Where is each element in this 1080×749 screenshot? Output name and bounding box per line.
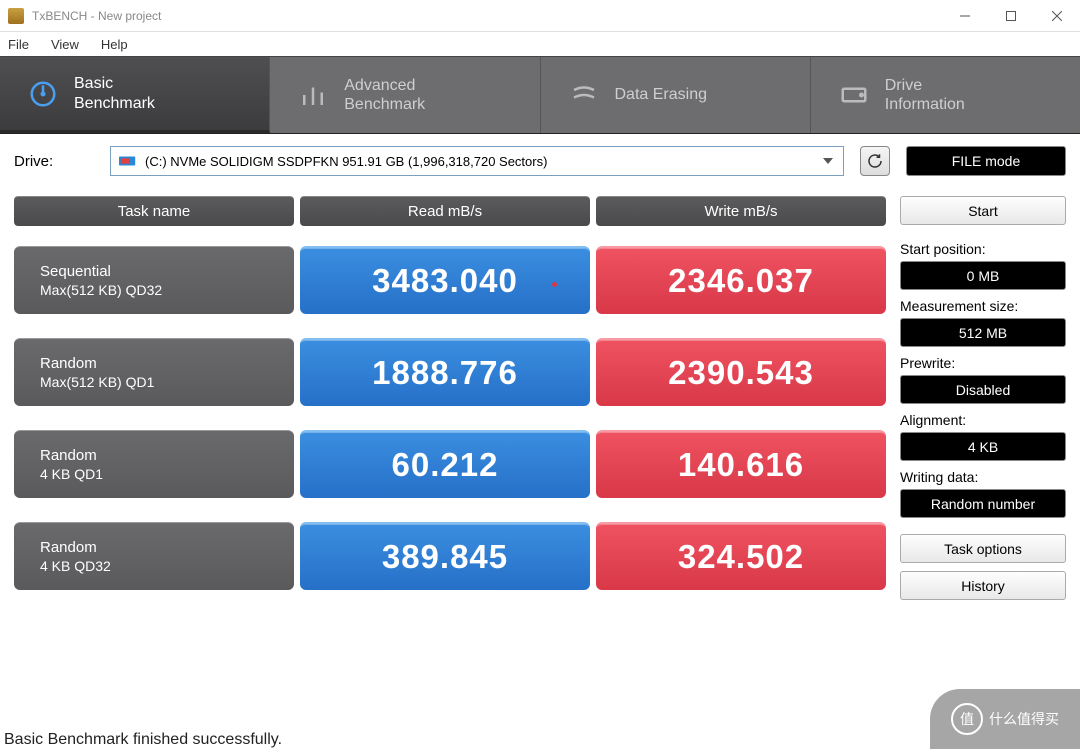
menu-view[interactable]: View [51, 37, 79, 52]
menubar: File View Help [0, 32, 1080, 56]
header-read: Read mB/s [300, 196, 590, 226]
refresh-icon [866, 152, 884, 170]
tab-label: Basic Benchmark [74, 74, 155, 112]
prewrite-label: Prewrite: [900, 355, 1066, 371]
alignment-label: Alignment: [900, 412, 1066, 428]
refresh-button[interactable] [860, 146, 890, 176]
start-position-value[interactable]: 0 MB [900, 261, 1066, 290]
start-button[interactable]: Start [900, 196, 1066, 225]
alignment-value[interactable]: 4 KB [900, 432, 1066, 461]
table-row: Random4 KB QD32 389.845 324.502 [14, 522, 886, 590]
drive-select[interactable]: (C:) NVMe SOLIDIGM SSDPFKN 951.91 GB (1,… [110, 146, 844, 176]
prewrite-value[interactable]: Disabled [900, 375, 1066, 404]
watermark-icon: 值 [951, 703, 983, 735]
cursor-marker [552, 282, 557, 287]
menu-help[interactable]: Help [101, 37, 128, 52]
gauge-icon [28, 79, 58, 109]
maximize-button[interactable] [988, 0, 1034, 31]
tab-basic-benchmark[interactable]: Basic Benchmark [0, 57, 270, 133]
task-options-button[interactable]: Task options [900, 534, 1066, 563]
sidebar: Start Start position: 0 MB Measurement s… [900, 196, 1066, 614]
menu-file[interactable]: File [8, 37, 29, 52]
erase-icon [569, 80, 599, 110]
titlebar: TxBENCH - New project [0, 0, 1080, 32]
start-position-label: Start position: [900, 241, 1066, 257]
watermark: 值 什么值得买 [930, 689, 1080, 749]
tab-bar: Basic Benchmark Advanced Benchmark Data … [0, 56, 1080, 134]
history-button[interactable]: History [900, 571, 1066, 600]
read-value: 60.212 [300, 430, 590, 498]
read-value: 1888.776 [300, 338, 590, 406]
read-value: 3483.040 [300, 246, 590, 314]
write-value: 140.616 [596, 430, 886, 498]
writing-data-label: Writing data: [900, 469, 1066, 485]
status-text: Basic Benchmark finished successfully. [4, 731, 282, 749]
window-title: TxBENCH - New project [32, 9, 942, 23]
tab-data-erasing[interactable]: Data Erasing [541, 57, 811, 133]
tab-label: Advanced Benchmark [344, 76, 425, 114]
tab-drive-information[interactable]: Drive Information [811, 57, 1080, 133]
read-value: 389.845 [300, 522, 590, 590]
write-value: 324.502 [596, 522, 886, 590]
writing-data-value[interactable]: Random number [900, 489, 1066, 518]
file-mode-button[interactable]: FILE mode [906, 146, 1066, 176]
bars-icon [298, 80, 328, 110]
task-name[interactable]: SequentialMax(512 KB) QD32 [14, 246, 294, 314]
close-button[interactable] [1034, 0, 1080, 31]
tab-advanced-benchmark[interactable]: Advanced Benchmark [270, 57, 540, 133]
write-value: 2390.543 [596, 338, 886, 406]
header-task: Task name [14, 196, 294, 226]
measurement-size-value[interactable]: 512 MB [900, 318, 1066, 347]
results-table: Task name Read mB/s Write mB/s Sequentia… [14, 196, 886, 614]
header-write: Write mB/s [596, 196, 886, 226]
task-name[interactable]: Random4 KB QD32 [14, 522, 294, 590]
minimize-button[interactable] [942, 0, 988, 31]
table-row: Random4 KB QD1 60.212 140.616 [14, 430, 886, 498]
tab-label: Drive Information [885, 76, 965, 114]
table-row: RandomMax(512 KB) QD1 1888.776 2390.543 [14, 338, 886, 406]
task-name[interactable]: Random4 KB QD1 [14, 430, 294, 498]
task-name[interactable]: RandomMax(512 KB) QD1 [14, 338, 294, 406]
watermark-text: 什么值得买 [989, 709, 1059, 729]
tab-label: Data Erasing [615, 85, 708, 104]
disk-icon [119, 154, 137, 168]
drive-label: Drive: [14, 153, 94, 170]
measurement-size-label: Measurement size: [900, 298, 1066, 314]
app-icon [8, 8, 24, 24]
drive-value: (C:) NVMe SOLIDIGM SSDPFKN 951.91 GB (1,… [145, 154, 547, 169]
drive-icon [839, 80, 869, 110]
write-value: 2346.037 [596, 246, 886, 314]
table-row: SequentialMax(512 KB) QD32 3483.040 2346… [14, 246, 886, 314]
